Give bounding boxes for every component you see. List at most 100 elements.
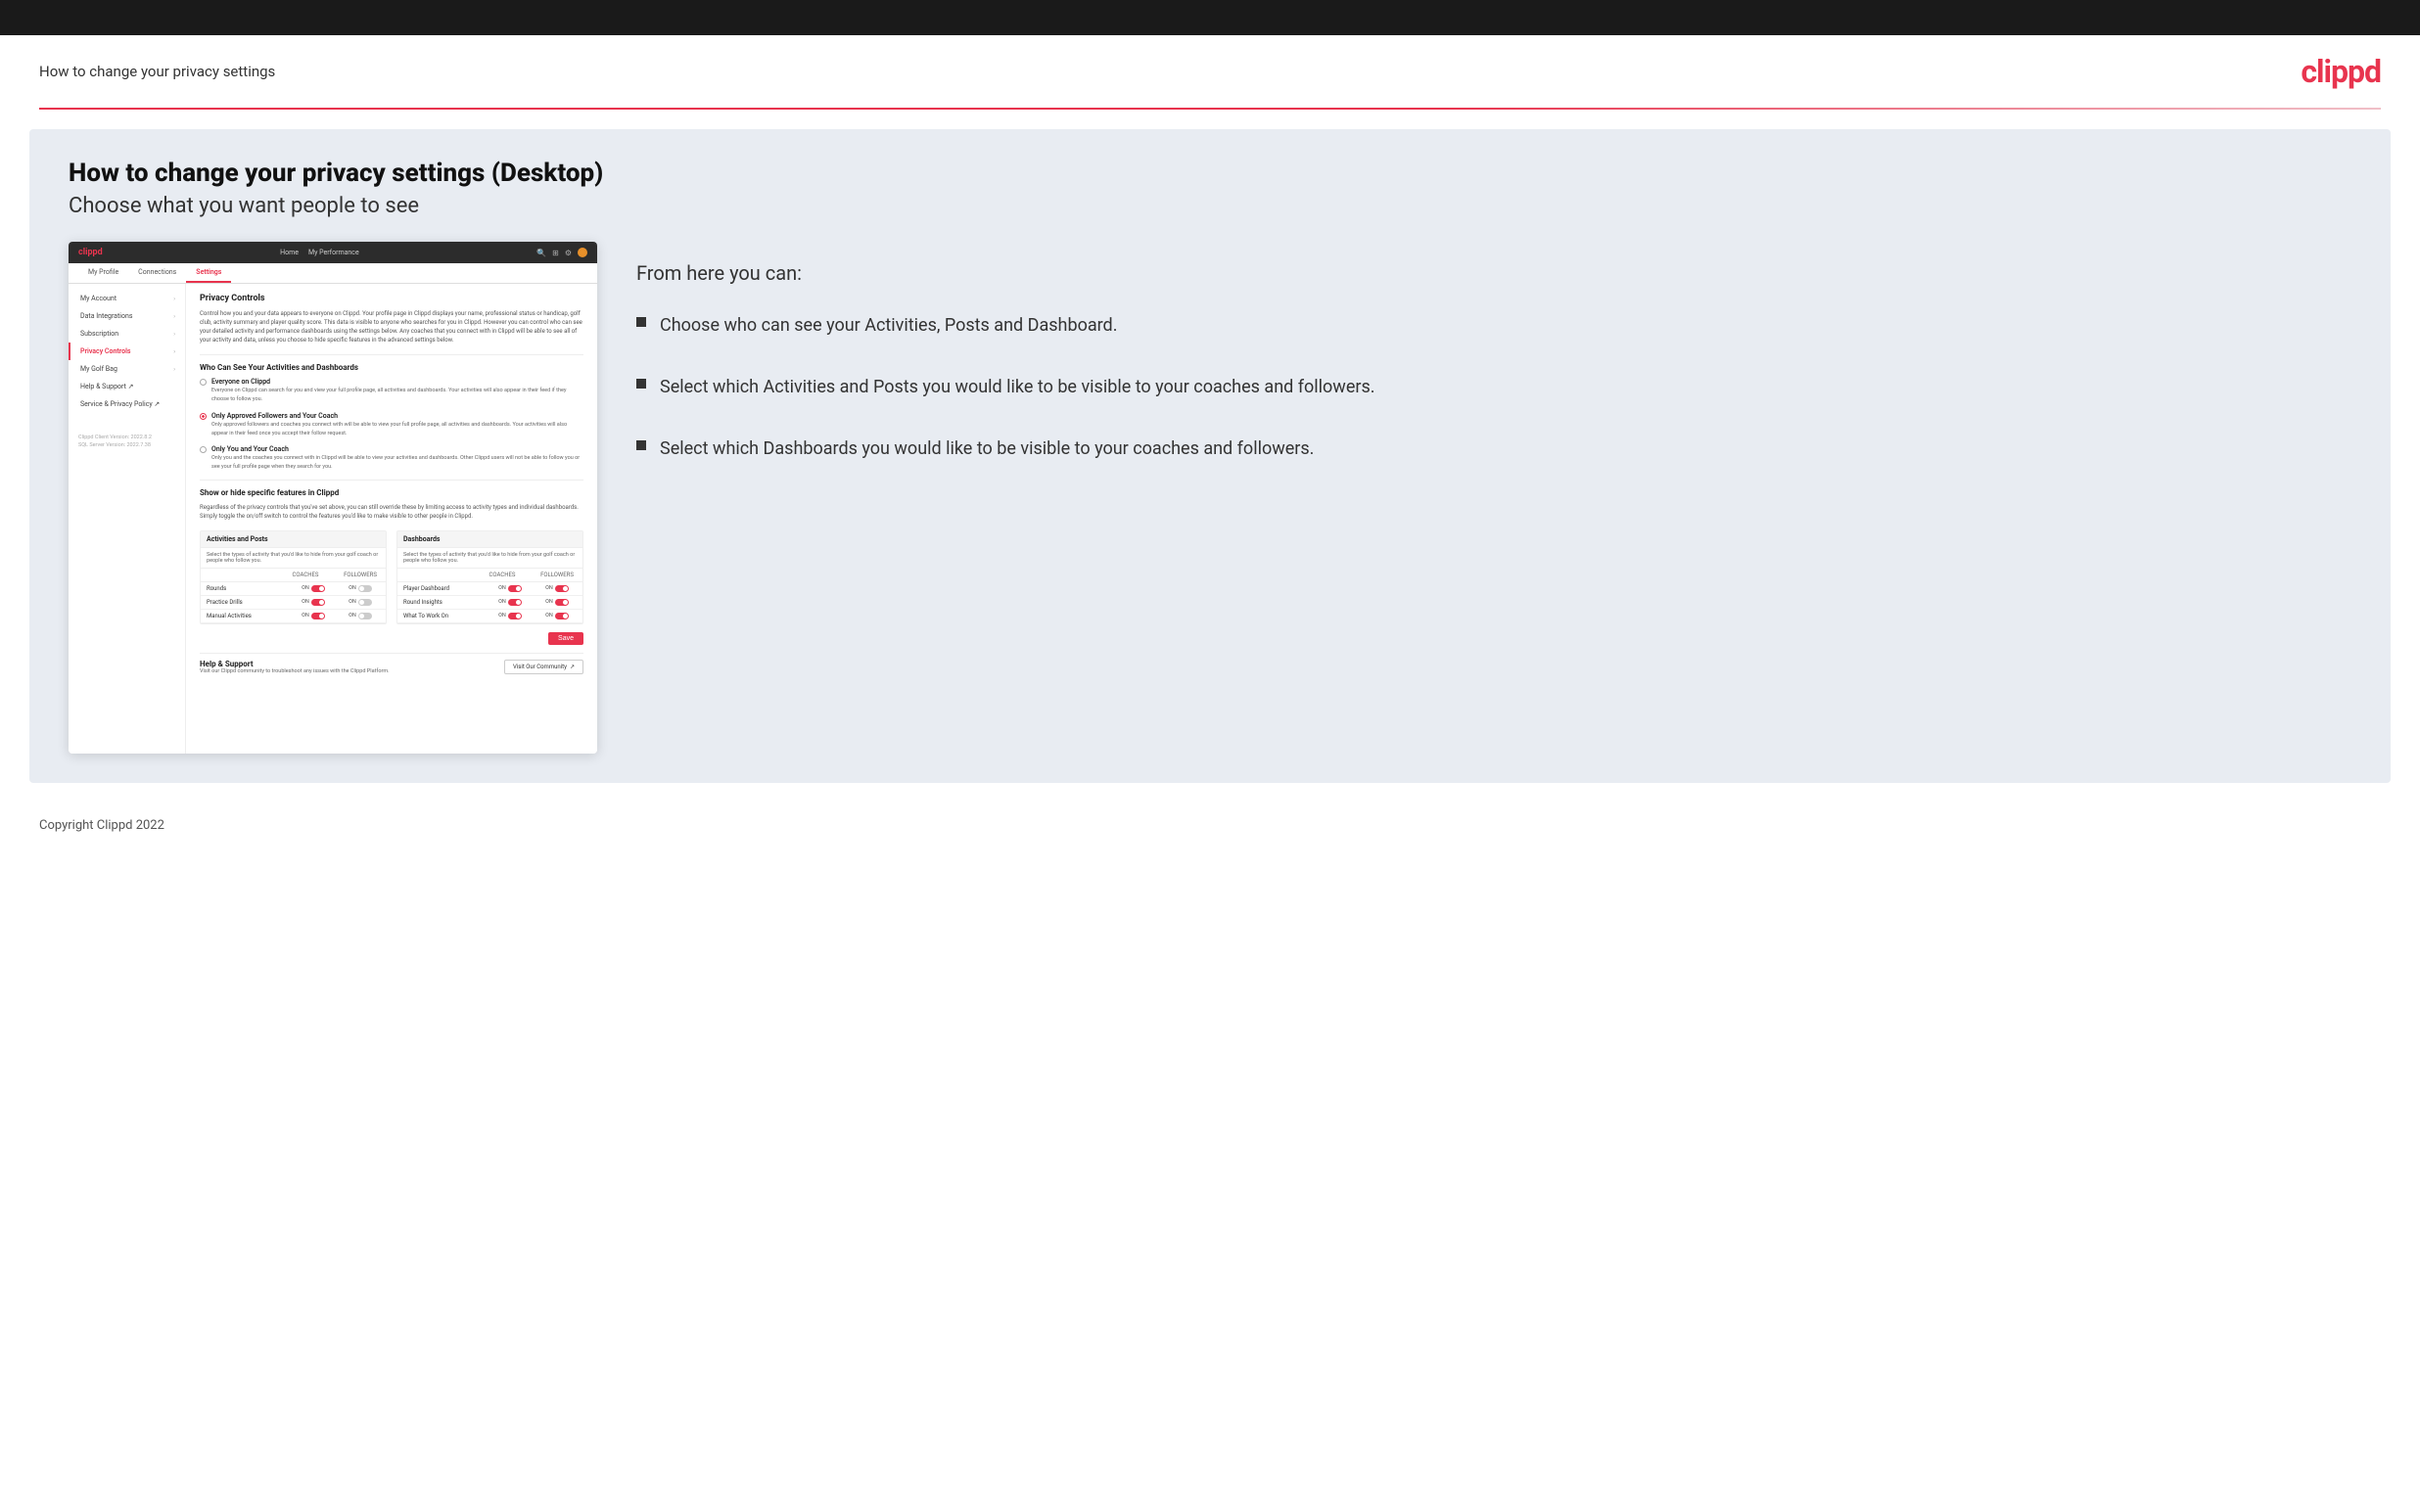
mockup-sidebar: My Account › Data Integrations › Subscri…	[69, 284, 186, 754]
mockup-radio-approved-desc: Only approved followers and coaches you …	[211, 422, 567, 436]
mockup-who-title: Who Can See Your Activities and Dashboar…	[200, 363, 583, 372]
mockup-toggle-rounds-coaches	[311, 585, 325, 592]
mockup-col-coaches-2: COACHES	[483, 572, 522, 578]
mockup-dashboards-row-player: Player Dashboard ON ON	[397, 582, 582, 596]
mockup-external-link-icon: ↗	[570, 664, 575, 670]
mockup-sidebar-version: Clippd Client Version: 2022.8.2SQL Serve…	[69, 429, 185, 455]
mockup-activities-row-drills: Practice Drills ON ON	[201, 596, 386, 610]
mockup-divider-1	[200, 354, 583, 355]
mockup-toggle-drills-coaches	[311, 599, 325, 606]
right-panel: From here you can: Choose who can see yo…	[636, 242, 2351, 497]
clippd-logo: clippd	[2301, 53, 2381, 90]
mockup-privacy-title: Privacy Controls	[200, 294, 583, 303]
bullet-item-1: Choose who can see your Activities, Post…	[636, 312, 2351, 339]
mockup-help-section: Help & Support Visit our Clippd communit…	[200, 653, 583, 680]
mockup-dashboards-row-roundinsights: Round Insights ON ON	[397, 596, 582, 610]
mockup-nav-performance: My Performance	[308, 249, 359, 256]
mockup-dashboards-title: Dashboards	[397, 531, 582, 548]
mockup-subnav: My Profile Connections Settings	[69, 263, 597, 284]
bullet-list: Choose who can see your Activities, Post…	[636, 312, 2351, 462]
mockup-radio-everyone-label: Everyone on Clippd	[211, 378, 583, 386]
mockup-toggle-whattoworkon-followers	[555, 613, 569, 619]
mockup-toggle-player-followers	[555, 585, 569, 592]
mockup-search-icon: 🔍	[536, 249, 546, 257]
mockup-chevron-subscription: ›	[173, 331, 175, 338]
mockup-radio-onlyyou: Only You and Your Coach Only you and the…	[200, 445, 583, 472]
mockup-body: My Account › Data Integrations › Subscri…	[69, 284, 597, 754]
mockup-radio-everyone-btn	[200, 379, 207, 386]
mockup-sidebar-myaccount: My Account ›	[69, 290, 185, 307]
mockup-toggle-roundinsights-coaches	[508, 599, 522, 606]
bullet-text-2: Select which Activities and Posts you wo…	[660, 374, 1375, 400]
mockup-dashboards-subheader: COACHES FOLLOWERS	[397, 569, 582, 582]
from-here-heading: From here you can:	[636, 261, 2351, 285]
mockup-nav-links: Home My Performance	[280, 249, 359, 256]
mockup-activities-row-rounds: Rounds ON ON	[201, 582, 386, 596]
bullet-square-1	[636, 317, 646, 327]
mockup-tables-row: Activities and Posts Select the types of…	[200, 530, 583, 624]
mockup-activities-subheader: COACHES FOLLOWERS	[201, 569, 386, 582]
mockup-chevron-dataintegrations: ›	[173, 313, 175, 320]
mockup-sidebar-subscription: Subscription ›	[69, 325, 185, 343]
mockup-showhide-title: Show or hide specific features in Clippd	[200, 488, 583, 497]
mockup-topnav: clippd Home My Performance 🔍 ⊞ ⚙	[69, 242, 597, 263]
mockup-sidebar-dataintegrations: Data Integrations ›	[69, 307, 185, 325]
mockup-privacy-desc: Control how you and your data appears to…	[200, 309, 583, 344]
page-subheading: Choose what you want people to see	[69, 194, 2351, 218]
header: How to change your privacy settings clip…	[0, 35, 2420, 108]
mockup-nav-home: Home	[280, 249, 299, 256]
bullet-item-3: Select which Dashboards you would like t…	[636, 435, 2351, 462]
mockup-radio-approved: Only Approved Followers and Your Coach O…	[200, 412, 583, 438]
top-bar	[0, 0, 2420, 35]
mockup-nav-icons: 🔍 ⊞ ⚙	[536, 248, 587, 257]
mockup-toggle-manual-coaches	[311, 613, 325, 619]
mockup-radio-onlyyou-desc: Only you and the coaches you connect wit…	[211, 455, 580, 470]
mockup-subnav-myprofile: My Profile	[78, 263, 128, 283]
page-heading: How to change your privacy settings (Des…	[69, 159, 2351, 188]
mockup-radio-approved-label: Only Approved Followers and Your Coach	[211, 412, 583, 420]
mockup-subnav-settings: Settings	[186, 263, 231, 283]
mockup-toggle-player-coaches	[508, 585, 522, 592]
mockup-toggle-drills-followers	[358, 599, 372, 606]
mockup-radio-everyone: Everyone on Clippd Everyone on Clippd ca…	[200, 378, 583, 404]
bullet-text-3: Select which Dashboards you would like t…	[660, 435, 1314, 462]
copyright-text: Copyright Clippd 2022	[39, 818, 164, 833]
mockup-logo: clippd	[78, 248, 103, 257]
screenshot-mockup: clippd Home My Performance 🔍 ⊞ ⚙ My Prof…	[69, 242, 597, 754]
mockup-toggle-rounds-followers	[358, 585, 372, 592]
mockup-chevron-myaccount: ›	[173, 296, 175, 302]
mockup-sidebar-mygolfbag: My Golf Bag ›	[69, 360, 185, 378]
mockup-col-coaches-1: COACHES	[286, 572, 325, 578]
bullet-square-2	[636, 379, 646, 389]
main-content: How to change your privacy settings (Des…	[29, 129, 2391, 783]
bullet-text-1: Choose who can see your Activities, Post…	[660, 312, 1117, 339]
mockup-sidebar-helpsupport: Help & Support ↗	[69, 378, 185, 395]
mockup-sidebar-serviceprivacy: Service & Privacy Policy ↗	[69, 395, 185, 413]
mockup-radio-everyone-desc: Everyone on Clippd can search for you an…	[211, 388, 566, 402]
mockup-chevron-privacycontrols: ›	[173, 348, 175, 355]
mockup-toggle-manual-followers	[358, 613, 372, 619]
mockup-share-icon: ⊞	[552, 249, 559, 257]
bullet-square-3	[636, 440, 646, 450]
mockup-divider-2	[200, 480, 583, 481]
mockup-col-followers-2: FOLLOWERS	[537, 572, 577, 578]
mockup-radio-approved-btn	[200, 413, 207, 420]
header-divider	[39, 108, 2381, 110]
content-row: clippd Home My Performance 🔍 ⊞ ⚙ My Prof…	[69, 242, 2351, 754]
mockup-dashboards-desc: Select the types of activity that you'd …	[397, 548, 582, 569]
mockup-toggle-whattoworkon-coaches	[508, 613, 522, 619]
mockup-avatar	[578, 248, 587, 257]
mockup-activities-table: Activities and Posts Select the types of…	[200, 530, 387, 624]
mockup-settings-icon: ⚙	[565, 249, 572, 257]
footer: Copyright Clippd 2022	[0, 802, 2420, 848]
mockup-subnav-connections: Connections	[128, 263, 186, 283]
mockup-help-desc: Visit our Clippd community to troublesho…	[200, 668, 390, 674]
bullet-item-2: Select which Activities and Posts you wo…	[636, 374, 2351, 400]
mockup-help-title: Help & Support	[200, 660, 390, 668]
mockup-radio-onlyyou-label: Only You and Your Coach	[211, 445, 583, 453]
mockup-sidebar-privacycontrols: Privacy Controls ›	[69, 343, 185, 360]
mockup-save-button[interactable]: Save	[548, 632, 583, 645]
mockup-activities-desc: Select the types of activity that you'd …	[201, 548, 386, 569]
mockup-help-button[interactable]: Visit Our Community ↗	[504, 660, 583, 674]
mockup-showhide-desc: Regardless of the privacy controls that …	[200, 503, 583, 521]
